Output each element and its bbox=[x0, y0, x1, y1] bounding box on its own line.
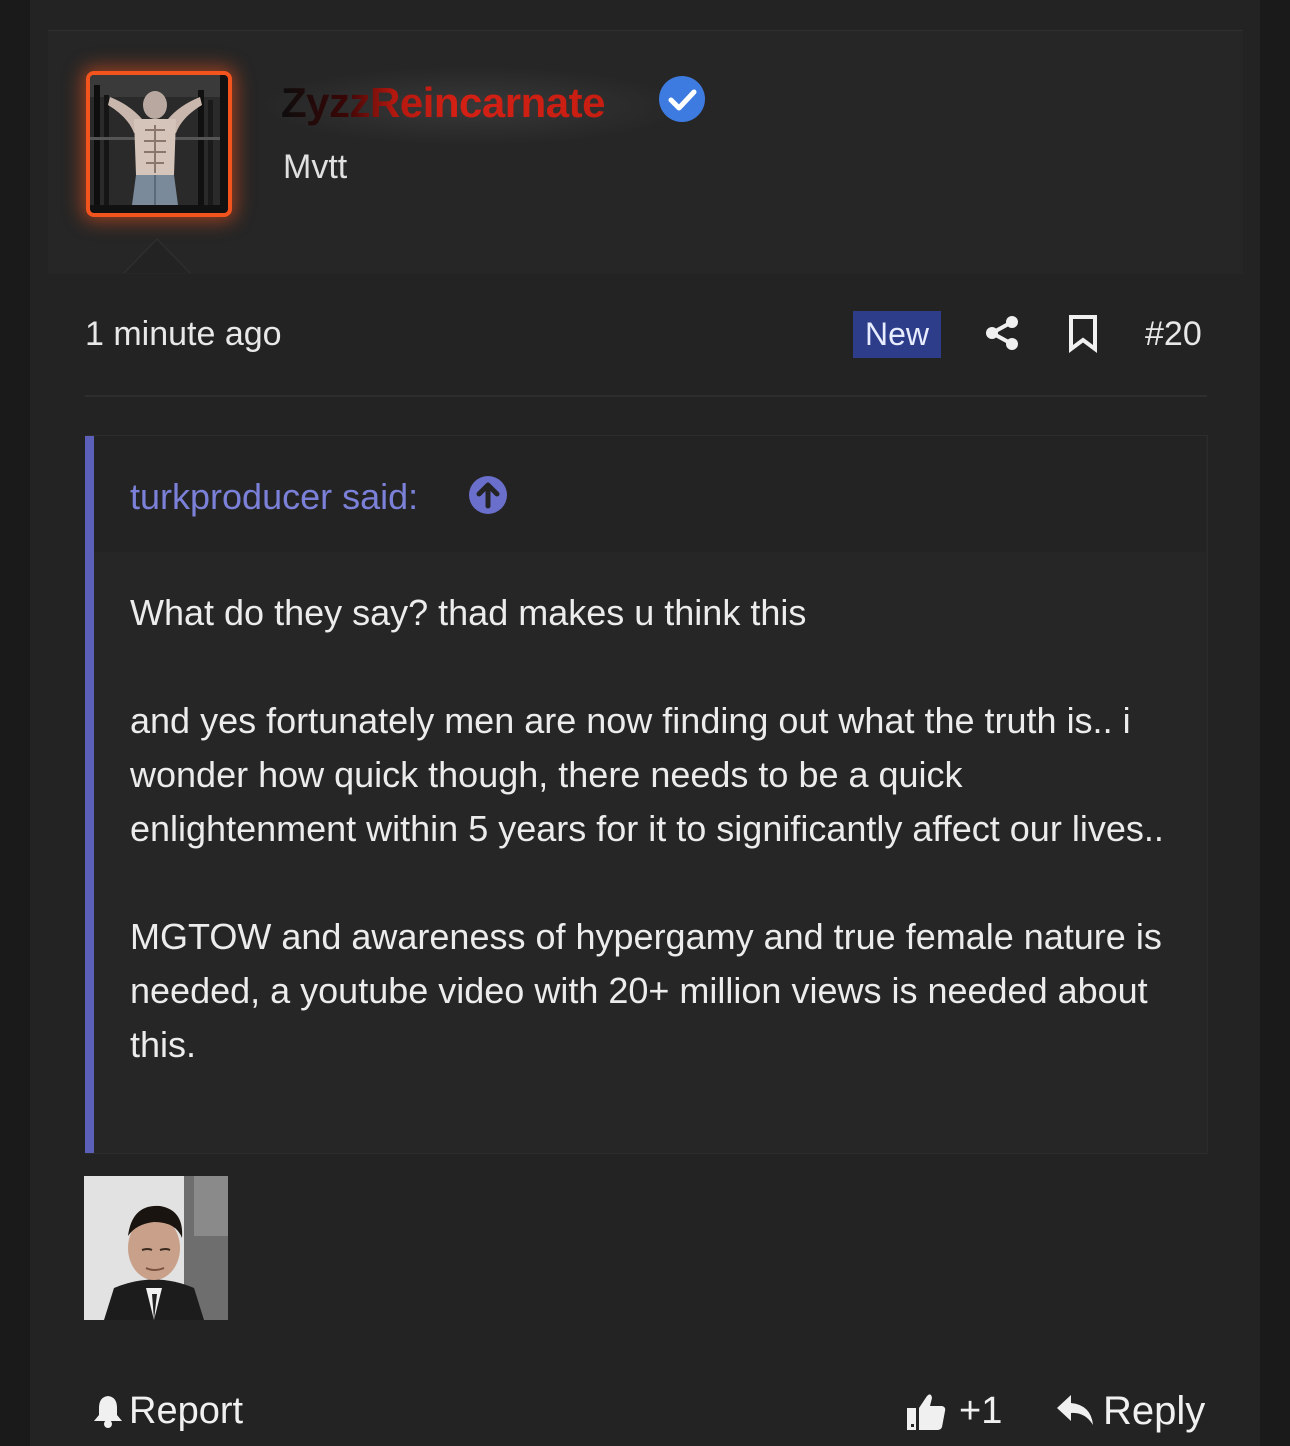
attached-image[interactable] bbox=[84, 1176, 228, 1320]
arrow-up-circle-icon[interactable] bbox=[468, 475, 508, 515]
quote-paragraph: MGTOW and awareness of hypergamy and tru… bbox=[130, 916, 1162, 1065]
quote-body: What do they say? thad makes u think thi… bbox=[130, 586, 1180, 1072]
report-label: Report bbox=[129, 1389, 244, 1432]
verified-badge-icon bbox=[659, 76, 705, 122]
quote-attribution-link[interactable]: turkproducer said: bbox=[130, 476, 418, 518]
forum-post: ZyzzReincarnate Mvtt 1 minute ago New #2… bbox=[30, 0, 1260, 1446]
avatar-image bbox=[90, 75, 220, 205]
quote-header: turkproducer said: bbox=[94, 436, 1206, 552]
quote-accent-bar bbox=[85, 436, 94, 1153]
post-meta: 1 minute ago New #20 bbox=[85, 305, 1207, 365]
thumbs-up-icon bbox=[907, 1394, 946, 1430]
bookmark-icon[interactable] bbox=[1063, 313, 1103, 353]
user-title: Mvtt bbox=[283, 148, 348, 186]
post-actions: Report +1 Reply bbox=[85, 1380, 1207, 1440]
new-badge: New bbox=[853, 311, 941, 358]
like-button[interactable]: +1 bbox=[905, 1388, 1002, 1434]
reaction-image bbox=[84, 1176, 228, 1320]
quote-block: turkproducer said: What do they say? tha… bbox=[85, 435, 1208, 1154]
share-icon[interactable] bbox=[982, 313, 1022, 353]
post-number-link[interactable]: #20 bbox=[1145, 315, 1202, 354]
author-pointer bbox=[125, 240, 189, 273]
username-link[interactable]: ZyzzReincarnate bbox=[281, 79, 605, 127]
bell-icon bbox=[94, 1396, 122, 1428]
divider bbox=[85, 395, 1207, 397]
report-button[interactable]: Report bbox=[91, 1388, 243, 1434]
author-block: ZyzzReincarnate Mvtt bbox=[48, 30, 1243, 274]
avatar[interactable] bbox=[86, 71, 232, 217]
quote-paragraph: What do they say? thad makes u think thi… bbox=[130, 592, 807, 633]
like-count: +1 bbox=[959, 1389, 1003, 1432]
reply-button[interactable]: Reply bbox=[1055, 1388, 1205, 1434]
quote-paragraph: and yes fortunately men are now finding … bbox=[130, 700, 1164, 849]
post-timestamp[interactable]: 1 minute ago bbox=[85, 315, 282, 354]
reply-arrow-icon bbox=[1057, 1395, 1093, 1425]
reply-label: Reply bbox=[1103, 1388, 1206, 1433]
